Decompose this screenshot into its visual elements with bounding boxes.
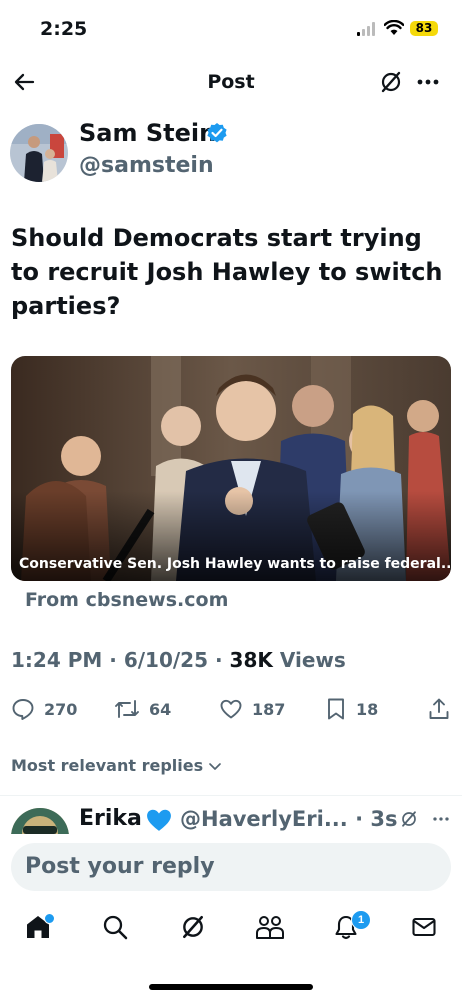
communities-icon (256, 916, 284, 939)
more-icon (417, 79, 439, 85)
meta-separator: · (109, 648, 124, 672)
reply-avatar[interactable] (11, 808, 69, 834)
repost-count: 64 (149, 699, 172, 719)
replies-sort-dropdown[interactable]: Most relevant replies (11, 756, 223, 775)
grok-icon (183, 915, 203, 939)
nav-search[interactable] (102, 914, 128, 940)
reply-icon (12, 699, 34, 720)
repost-button[interactable]: 64 (114, 697, 171, 721)
reply-input-placeholder: Post your reply (25, 854, 215, 879)
reply-author-handle[interactable]: @HaverlyEri... · 3s (180, 807, 398, 831)
like-button[interactable]: 187 (219, 697, 285, 721)
cellular-signal-icon (357, 22, 377, 36)
blue-heart-icon (146, 808, 172, 832)
bookmark-button[interactable]: 18 (325, 697, 378, 721)
share-button[interactable] (428, 697, 459, 721)
more-icon (433, 817, 449, 821)
reply-item[interactable]: Erika @HaverlyEri... · 3s (0, 796, 462, 834)
reply-button[interactable]: 270 (11, 697, 77, 721)
grok-icon (402, 811, 416, 827)
grok-icon (381, 71, 401, 93)
status-time: 2:25 (40, 18, 88, 40)
verified-badge-icon (206, 122, 228, 144)
grok-button[interactable] (379, 70, 403, 94)
wifi-icon (384, 20, 404, 36)
reply-grok-button[interactable] (400, 810, 418, 828)
more-options-button[interactable] (416, 70, 440, 94)
post-time[interactable]: 1:24 PM (11, 648, 102, 672)
reply-handle-text: @HaverlyEri... (180, 807, 348, 831)
replies-sort-label: Most relevant replies (11, 756, 204, 775)
bookmark-icon (328, 698, 344, 720)
like-count: 187 (252, 699, 286, 719)
meta-separator: · (347, 807, 371, 831)
heart-icon (220, 699, 242, 719)
post-text: Should Democrats start trying to recruit… (11, 224, 443, 320)
link-card-source[interactable]: From cbsnews.com (25, 589, 228, 611)
author-handle[interactable]: @samstein (79, 153, 214, 178)
home-badge-dot (44, 913, 55, 924)
reply-more-button[interactable] (432, 810, 450, 828)
battery-indicator: 83 (410, 21, 438, 36)
bookmark-count: 18 (356, 699, 379, 719)
post-meta: 1:24 PM · 6/10/25 · 38K Views (11, 648, 346, 672)
meta-separator: · (214, 648, 230, 672)
reply-time: 3s (370, 807, 398, 831)
link-card-caption: Conservative Sen. Josh Hawley wants to r… (19, 556, 457, 572)
views-label: Views (279, 648, 346, 672)
share-icon (429, 698, 449, 719)
reply-count: 270 (44, 699, 78, 719)
search-icon (103, 915, 128, 940)
reply-author-name[interactable]: Erika (79, 806, 142, 831)
link-card[interactable] (11, 356, 451, 581)
nav-communities[interactable] (255, 914, 285, 940)
nav-messages[interactable] (411, 914, 437, 940)
notifications-badge: 1 (351, 910, 371, 930)
nav-grok[interactable] (180, 914, 206, 940)
author-name[interactable]: Sam Stein (79, 119, 216, 147)
author-avatar[interactable] (10, 124, 68, 182)
link-card-image (11, 356, 451, 581)
home-indicator (149, 984, 313, 990)
mail-icon (412, 917, 436, 937)
repost-icon (115, 700, 139, 718)
chevron-down-icon (209, 762, 221, 770)
views-count: 38K (229, 648, 273, 672)
post-date[interactable]: 6/10/25 (124, 648, 208, 672)
